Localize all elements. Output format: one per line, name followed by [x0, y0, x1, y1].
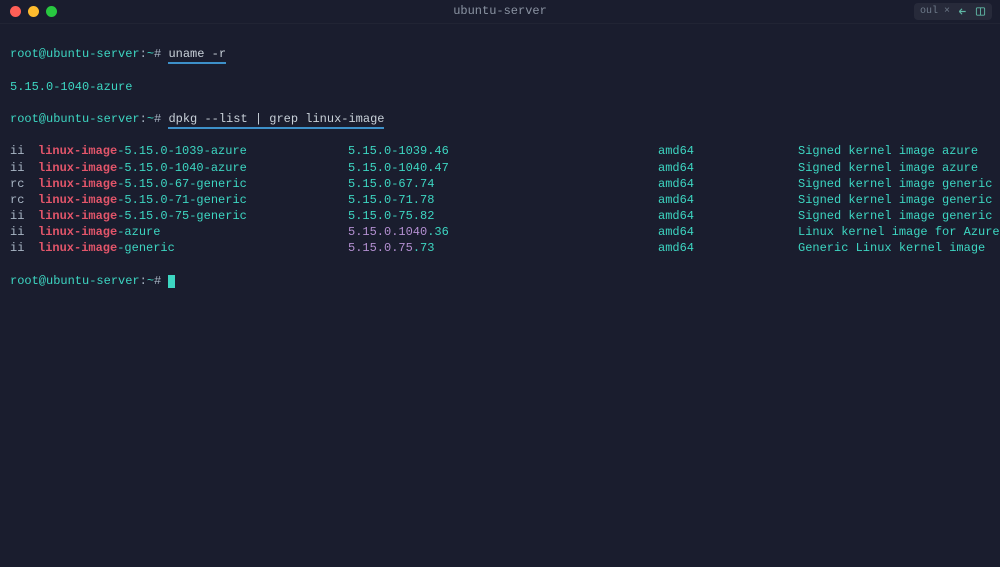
prompt-line-2: root@ubuntu-server:~# dpkg --list | grep… [10, 111, 990, 127]
package-arch: amd64 [658, 143, 798, 159]
output-uname: 5.15.0-1040-azure [10, 79, 990, 95]
package-version: 5.15.0-75.82 [348, 208, 658, 224]
package-description: Generic Linux kernel image [798, 240, 990, 256]
package-name-suffix: -5.15.0-75-generic [117, 209, 247, 223]
package-arch: amd64 [658, 192, 798, 208]
prompt-colon: : [140, 112, 147, 126]
package-name-suffix: -5.15.0-1039-azure [117, 144, 247, 158]
package-arch: amd64 [658, 176, 798, 192]
prompt-user-host: root@ubuntu-server [10, 274, 140, 288]
close-window-button[interactable] [10, 6, 21, 17]
package-arch: amd64 [658, 224, 798, 240]
prompt-user-host: root@ubuntu-server [10, 47, 140, 61]
package-name-match: linux-image [38, 209, 117, 223]
prompt-colon: : [140, 47, 147, 61]
package-name-suffix: -5.15.0-71-generic [117, 193, 247, 207]
package-row: iilinux-image-generic5.15.0.75.73amd64Ge… [10, 240, 990, 256]
package-version: 5.15.0-67.74 [348, 176, 658, 192]
package-name-suffix: -5.15.0-67-generic [117, 177, 247, 191]
cursor [168, 275, 175, 288]
package-list: iilinux-image-5.15.0-1039-azure5.15.0-10… [10, 143, 990, 256]
package-description: Signed kernel image azure [798, 143, 990, 159]
package-name-match: linux-image [38, 161, 117, 175]
command-uname: uname -r [168, 47, 226, 64]
package-name: linux-image-generic [38, 240, 348, 256]
prompt-line-3: root@ubuntu-server:~# [10, 273, 990, 289]
package-name-suffix: -generic [117, 241, 175, 255]
package-name-match: linux-image [38, 225, 117, 239]
share-icon[interactable] [956, 6, 968, 18]
package-name-match: linux-image [38, 241, 117, 255]
package-status: ii [10, 208, 38, 224]
package-description: Signed kernel image generic [798, 192, 992, 208]
package-version: 5.15.0-1040.47 [348, 160, 658, 176]
prompt-user-host: root@ubuntu-server [10, 112, 140, 126]
window-titlebar: ubuntu-server oul × [0, 0, 1000, 24]
package-name-match: linux-image [38, 144, 117, 158]
package-name: linux-image-5.15.0-67-generic [38, 176, 348, 192]
package-row: iilinux-image-azure5.15.0.1040.36amd64Li… [10, 224, 990, 240]
package-arch: amd64 [658, 208, 798, 224]
package-version: 5.15.0-71.78 [348, 192, 658, 208]
package-name: linux-image-azure [38, 224, 348, 240]
package-version: 5.15.0.75.73 [348, 240, 658, 256]
package-name-match: linux-image [38, 177, 117, 191]
prompt-path: ~ [147, 47, 154, 61]
prompt-symbol: # [154, 47, 161, 61]
package-name: linux-image-5.15.0-1039-azure [38, 143, 348, 159]
package-row: rclinux-image-5.15.0-67-generic5.15.0-67… [10, 176, 990, 192]
prompt-line-1: root@ubuntu-server:~# uname -r [10, 46, 990, 62]
titlebar-label: oul × [920, 5, 950, 19]
traffic-lights [10, 6, 57, 17]
package-description: Signed kernel image generic [798, 208, 992, 224]
package-row: iilinux-image-5.15.0-1040-azure5.15.0-10… [10, 160, 990, 176]
package-name: linux-image-5.15.0-75-generic [38, 208, 348, 224]
package-version: 5.15.0.1040.36 [348, 224, 658, 240]
package-status: ii [10, 224, 38, 240]
package-status: ii [10, 143, 38, 159]
package-arch: amd64 [658, 160, 798, 176]
package-arch: amd64 [658, 240, 798, 256]
prompt-symbol: # [154, 112, 161, 126]
prompt-symbol: # [154, 274, 161, 288]
package-name: linux-image-5.15.0-1040-azure [38, 160, 348, 176]
package-status: rc [10, 192, 38, 208]
package-name: linux-image-5.15.0-71-generic [38, 192, 348, 208]
prompt-path: ~ [147, 112, 154, 126]
package-version: 5.15.0-1039.46 [348, 143, 658, 159]
package-description: Signed kernel image azure [798, 160, 990, 176]
package-description: Signed kernel image generic [798, 176, 992, 192]
terminal-body[interactable]: root@ubuntu-server:~# uname -r 5.15.0-10… [0, 24, 1000, 315]
maximize-window-button[interactable] [46, 6, 57, 17]
package-row: rclinux-image-5.15.0-71-generic5.15.0-71… [10, 192, 990, 208]
window-title: ubuntu-server [453, 3, 547, 19]
package-name-suffix: -5.15.0-1040-azure [117, 161, 247, 175]
package-row: iilinux-image-5.15.0-1039-azure5.15.0-10… [10, 143, 990, 159]
package-version-rev: .36 [427, 225, 449, 239]
split-pane-icon[interactable] [974, 6, 986, 18]
package-version-main: 5.15.0.75 [348, 241, 413, 255]
package-status: ii [10, 240, 38, 256]
prompt-path: ~ [147, 274, 154, 288]
minimize-window-button[interactable] [28, 6, 39, 17]
package-version-main: 5.15.0.1040 [348, 225, 427, 239]
titlebar-controls: oul × [914, 3, 992, 21]
package-status: rc [10, 176, 38, 192]
command-dpkg: dpkg --list | grep linux-image [168, 112, 384, 129]
package-version-rev: .73 [413, 241, 435, 255]
package-description: Linux kernel image for Azure systems. [798, 224, 1000, 240]
package-name-match: linux-image [38, 193, 117, 207]
package-row: iilinux-image-5.15.0-75-generic5.15.0-75… [10, 208, 990, 224]
package-status: ii [10, 160, 38, 176]
package-name-suffix: -azure [117, 225, 160, 239]
prompt-colon: : [140, 274, 147, 288]
